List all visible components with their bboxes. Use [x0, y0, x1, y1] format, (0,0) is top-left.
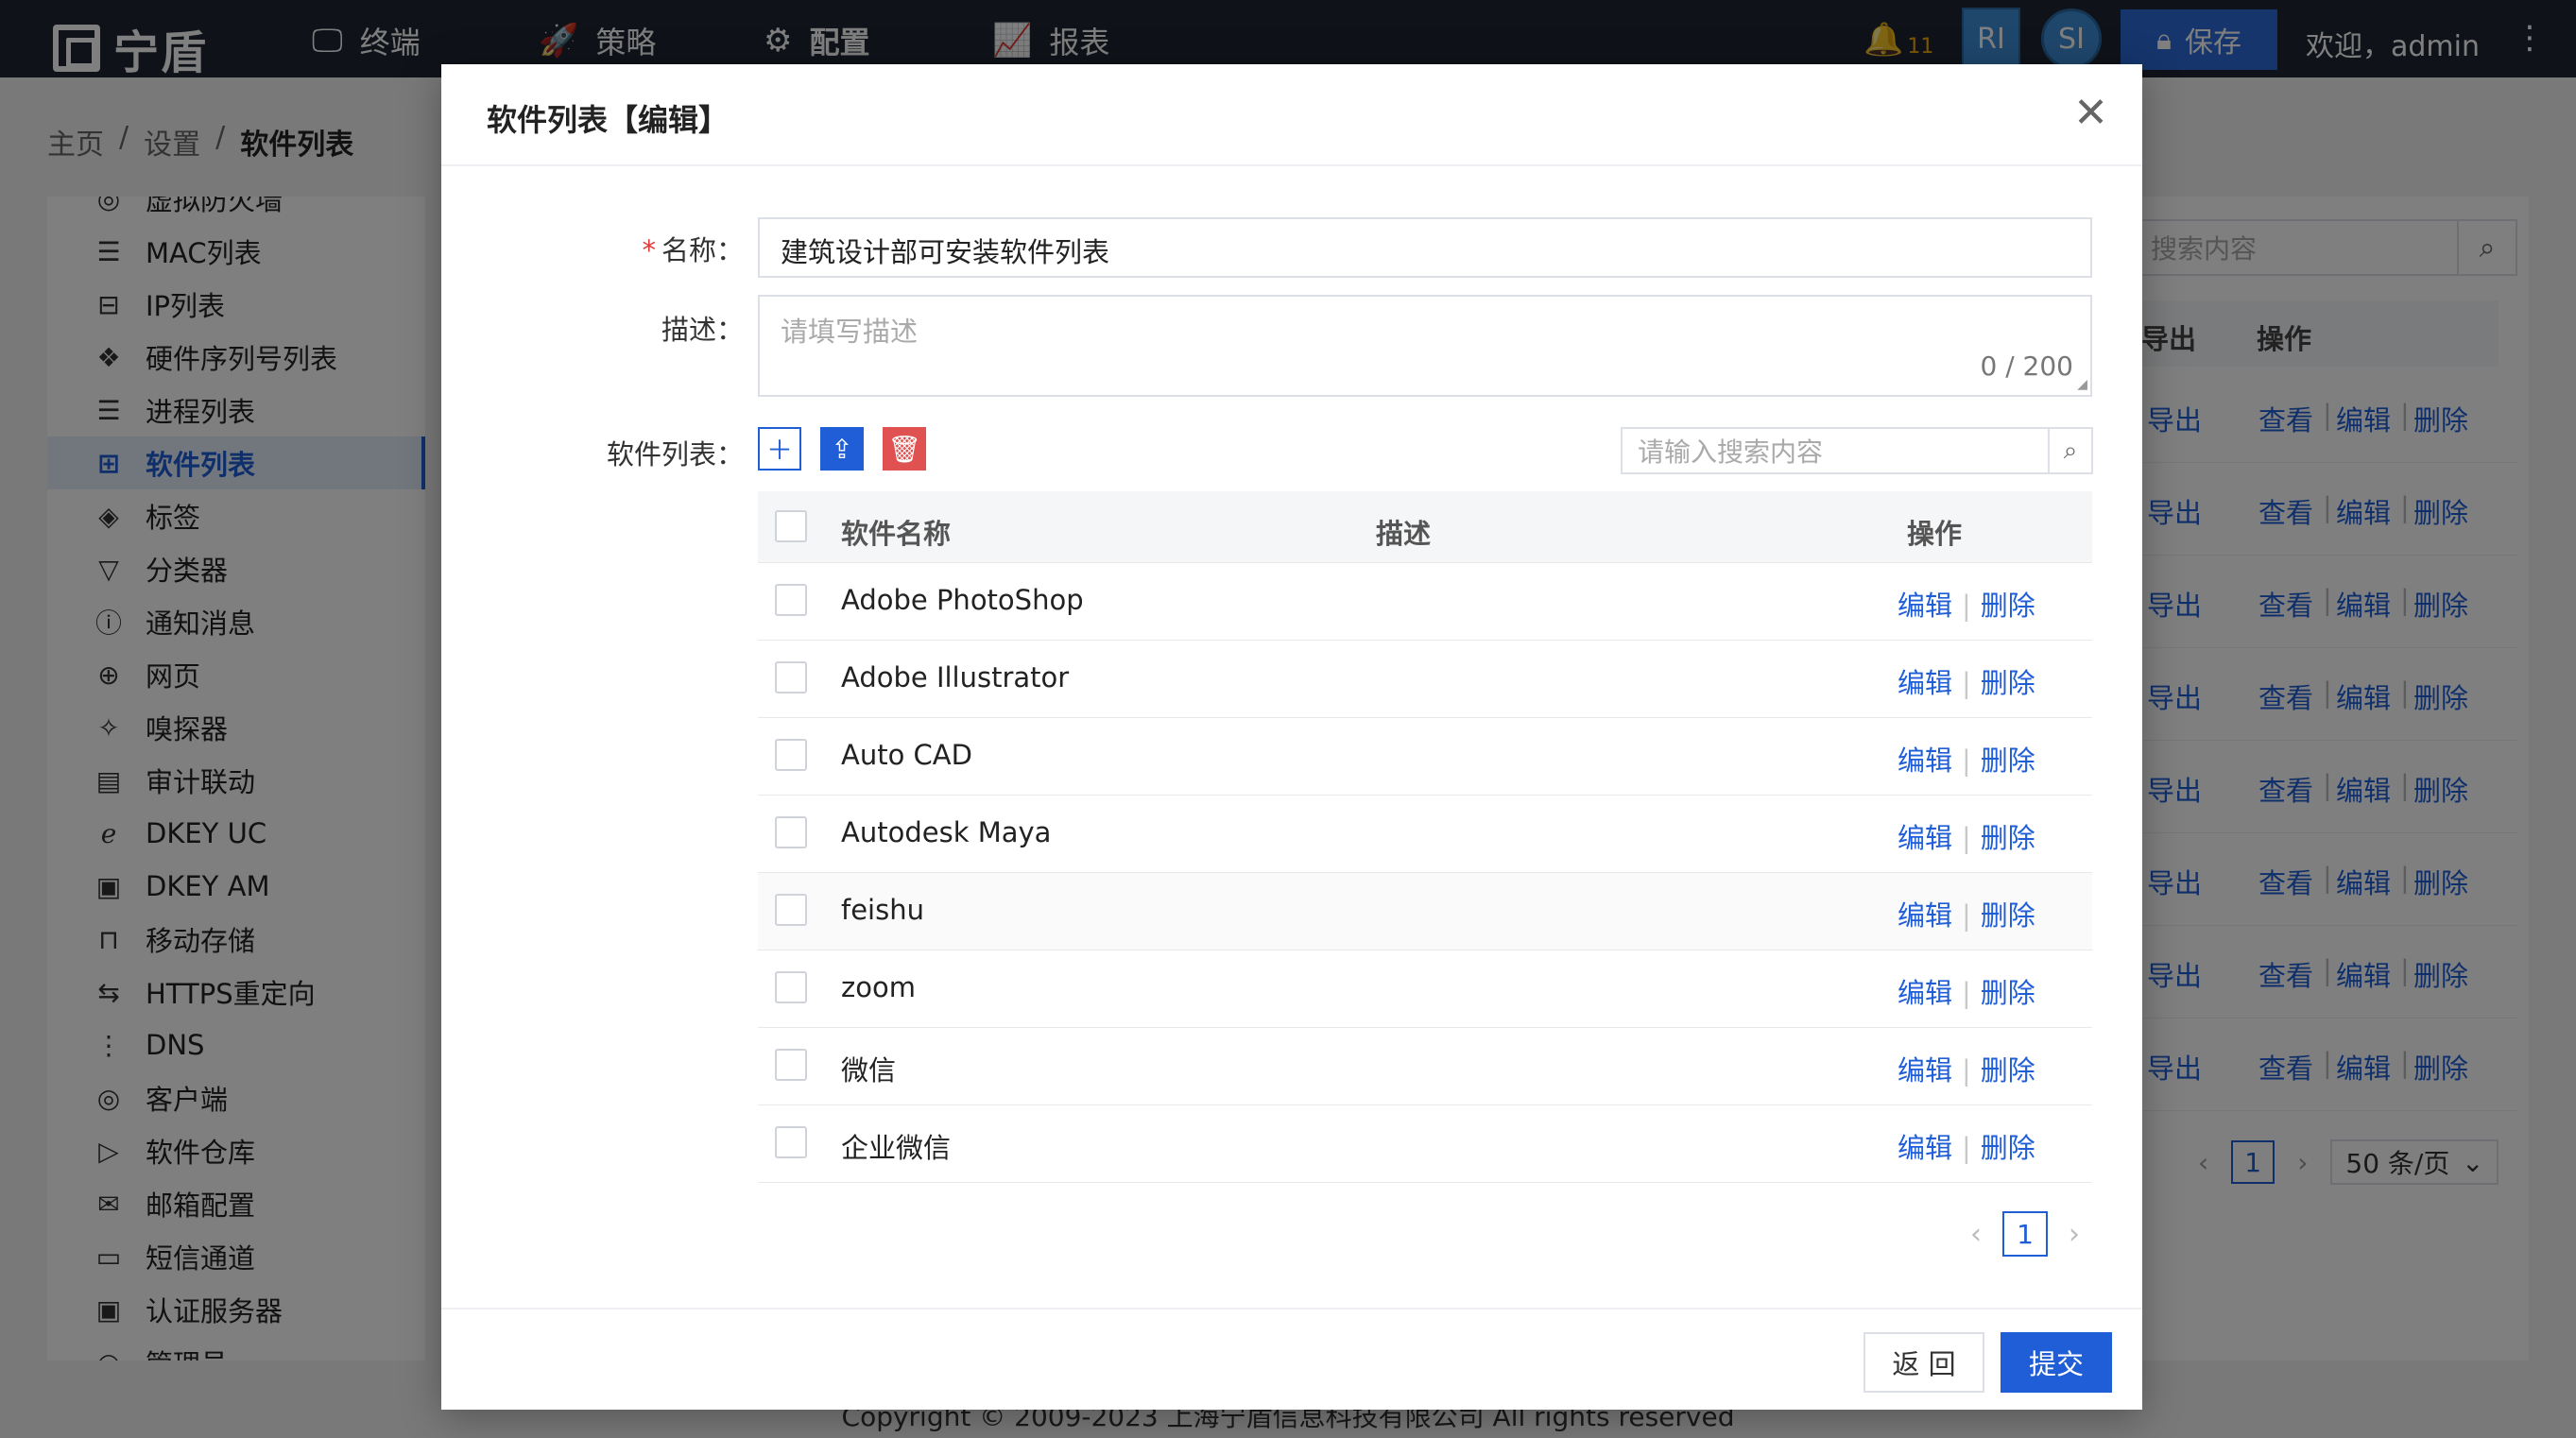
delete-link[interactable]: 删除 [1981, 667, 2035, 699]
row-checkbox[interactable] [775, 1126, 807, 1158]
back-button[interactable]: 返 回 [1863, 1332, 1984, 1393]
op-separator: | [1962, 822, 1971, 854]
row-ops: 编辑 | 删除 [1898, 816, 2035, 856]
software-name: Adobe Illustrator [841, 661, 1070, 693]
row-checkbox[interactable] [775, 661, 807, 693]
delete-link[interactable]: 删除 [1981, 899, 2035, 932]
add-software-button[interactable]: ＋ [758, 427, 801, 471]
edit-link[interactable]: 编辑 [1898, 667, 1952, 699]
delete-link[interactable]: 删除 [1981, 977, 2035, 1009]
row-checkbox[interactable] [775, 739, 807, 771]
row-ops: 编辑 | 删除 [1898, 661, 2035, 701]
row-ops: 编辑 | 删除 [1898, 739, 2035, 779]
required-mark: * [642, 234, 656, 266]
description-textarea[interactable]: 请填写描述 0 / 200 ◢ [758, 295, 2092, 397]
delete-link[interactable]: 删除 [1981, 822, 2035, 854]
op-separator: | [1962, 1132, 1971, 1164]
batch-delete-button[interactable]: 🗑︎ [883, 427, 926, 471]
delete-link[interactable]: 删除 [1981, 590, 2035, 622]
op-separator: | [1962, 590, 1971, 622]
software-list-label: 软件列表： [606, 438, 744, 471]
col-software-name: 软件名称 [841, 518, 952, 550]
col-description: 描述 [1376, 518, 1432, 550]
row-ops: 编辑 | 删除 [1898, 971, 2035, 1011]
software-search-placeholder: 请输入搜索内容 [1638, 437, 1824, 468]
edit-software-list-modal: 软件列表【编辑】 ✕ * 名称： 建筑设计部可安装软件列表 描述： 请填写描述 0… [441, 64, 2142, 1410]
modal-title: 软件列表【编辑】 [487, 102, 730, 138]
edit-link[interactable]: 编辑 [1898, 822, 1952, 854]
name-label-text: 名称： [661, 234, 744, 266]
delete-link[interactable]: 删除 [1981, 1054, 2035, 1087]
software-search[interactable]: 请输入搜索内容 ⌕ [1621, 427, 2093, 474]
row-checkbox[interactable] [775, 584, 807, 616]
software-table-body: Adobe PhotoShop 编辑 | 删除 Adobe Illustrator 编辑 |… [758, 563, 2092, 1183]
plus-icon: ＋ [765, 435, 793, 466]
software-name: Auto CAD [841, 739, 972, 771]
desc-label: 描述： [661, 314, 744, 346]
submit-button[interactable]: 提交 [2001, 1332, 2112, 1393]
delete-link[interactable]: 删除 [1981, 1132, 2035, 1164]
software-table-header: 软件名称 描述 操作 [758, 491, 2092, 563]
table-row: feishu 编辑 | 删除 [758, 873, 2092, 950]
table-row: 企业微信 编辑 | 删除 [758, 1105, 2092, 1183]
col-ops: 操作 [1907, 518, 1963, 550]
table-row: Adobe PhotoShop 编辑 | 删除 [758, 563, 2092, 641]
trash-icon: 🗑︎ [887, 433, 921, 465]
op-separator: | [1962, 745, 1971, 777]
op-separator: | [1962, 977, 1971, 1009]
table-row: Auto CAD 编辑 | 删除 [758, 718, 2092, 796]
table-row: Adobe Illustrator 编辑 | 删除 [758, 641, 2092, 718]
row-ops: 编辑 | 删除 [1898, 1049, 2035, 1088]
prev-page-icon[interactable]: ‹ [1970, 1218, 1982, 1251]
software-name: 微信 [841, 1054, 897, 1087]
upload-icon: ⇪ [831, 433, 853, 465]
import-software-button[interactable]: ⇪ [820, 427, 864, 471]
table-row: Autodesk Maya 编辑 | 删除 [758, 796, 2092, 873]
name-input[interactable]: 建筑设计部可安装软件列表 [758, 217, 2092, 278]
row-checkbox[interactable] [775, 816, 807, 848]
close-icon[interactable]: ✕ [2073, 89, 2108, 137]
table-row: 微信 编辑 | 删除 [758, 1028, 2092, 1105]
select-all-checkbox[interactable] [775, 510, 807, 542]
row-checkbox[interactable] [775, 894, 807, 926]
row-ops: 编辑 | 删除 [1898, 1126, 2035, 1166]
search-icon[interactable]: ⌕ [2048, 429, 2091, 472]
software-name: zoom [841, 971, 916, 1003]
software-name: Autodesk Maya [841, 816, 1052, 848]
row-checkbox[interactable] [775, 1049, 807, 1081]
description-char-count: 0 / 200 [1980, 351, 2074, 382]
name-label: * 名称： [555, 229, 744, 268]
table-row: zoom 编辑 | 删除 [758, 950, 2092, 1028]
edit-link[interactable]: 编辑 [1898, 590, 1952, 622]
software-name: feishu [841, 894, 924, 926]
edit-link[interactable]: 编辑 [1898, 1132, 1952, 1164]
row-ops: 编辑 | 删除 [1898, 894, 2035, 933]
next-page-icon[interactable]: › [2069, 1218, 2080, 1251]
edit-link[interactable]: 编辑 [1898, 899, 1952, 932]
edit-link[interactable]: 编辑 [1898, 1054, 1952, 1087]
modal-page-current[interactable]: 1 [2002, 1211, 2048, 1257]
description-placeholder: 请填写描述 [781, 316, 919, 348]
software-name: Adobe PhotoShop [841, 584, 1084, 616]
row-ops: 编辑 | 删除 [1898, 584, 2035, 624]
op-separator: | [1962, 667, 1971, 699]
resize-handle-icon[interactable]: ◢ [2077, 377, 2087, 392]
software-name: 企业微信 [841, 1132, 952, 1164]
modal-header: 软件列表【编辑】 ✕ [441, 64, 2142, 166]
op-separator: | [1962, 1054, 1971, 1087]
modal-footer: 返 回 提交 [441, 1308, 2142, 1410]
modal-pagination: ‹ 1 › [1970, 1211, 2080, 1257]
edit-link[interactable]: 编辑 [1898, 745, 1952, 777]
software-table: 软件名称 描述 操作 Adobe PhotoShop 编辑 | 删除 Adobe Ill… [758, 491, 2092, 1183]
row-checkbox[interactable] [775, 971, 807, 1003]
edit-link[interactable]: 编辑 [1898, 977, 1952, 1009]
delete-link[interactable]: 删除 [1981, 745, 2035, 777]
op-separator: | [1962, 899, 1971, 932]
